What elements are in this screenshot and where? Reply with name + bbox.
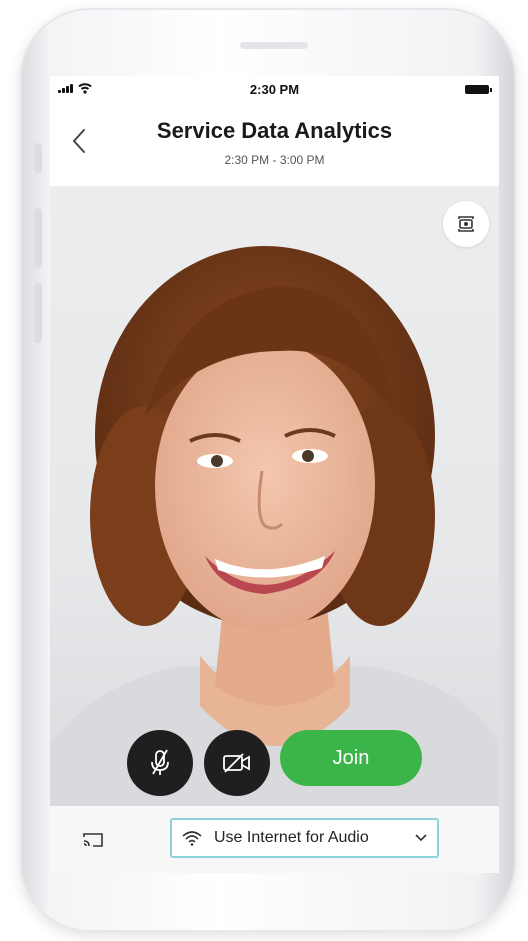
bottom-bar: Use Internet for Audio	[50, 806, 499, 873]
status-time: 2:30 PM	[249, 82, 300, 97]
side-button-volume-down	[34, 283, 42, 343]
participant-photo	[50, 246, 499, 806]
wifi-icon	[182, 831, 202, 846]
camera-switch-button[interactable]	[443, 201, 489, 247]
self-video-preview: Join	[50, 186, 499, 806]
video-off-icon	[223, 753, 250, 773]
mic-muted-icon	[151, 749, 169, 775]
speaker-grille	[240, 42, 308, 49]
cast-icon[interactable]	[82, 832, 104, 848]
join-button[interactable]: Join	[280, 730, 422, 786]
video-toggle-button[interactable]	[204, 730, 270, 796]
side-button-mute	[34, 143, 42, 173]
chevron-down-icon	[415, 834, 427, 842]
audio-option-label: Use Internet for Audio	[214, 829, 369, 846]
audio-connection-dropdown[interactable]: Use Internet for Audio	[170, 818, 439, 858]
meeting-header: Service Data Analytics 2:30 PM - 3:00 PM	[50, 102, 499, 186]
mute-button[interactable]	[127, 730, 193, 796]
meeting-time-range: 2:30 PM - 3:00 PM	[224, 153, 325, 167]
side-button-volume-up	[34, 208, 42, 268]
status-bar: 2:30 PM	[50, 76, 499, 102]
battery-icon	[465, 85, 492, 94]
phone-screen: 2:30 PM Service Data Analytics 2:30 PM -…	[50, 76, 499, 873]
camera-switch-icon	[458, 216, 474, 232]
meeting-title: Service Data Analytics	[156, 118, 393, 143]
